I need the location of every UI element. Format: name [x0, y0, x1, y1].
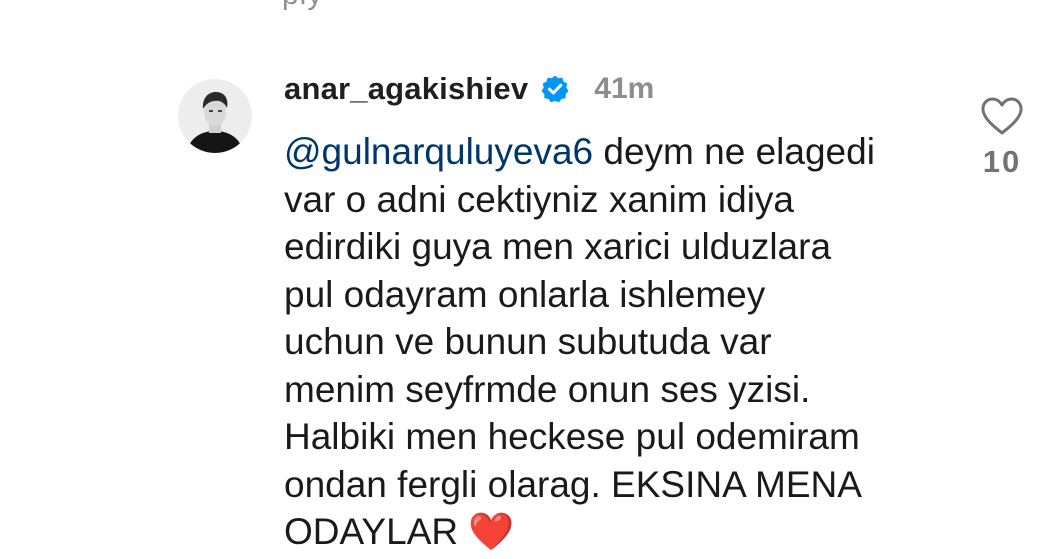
- comment-line-text: deym ne elagedi: [593, 131, 875, 172]
- comment-line: @gulnarquluyeva6 deym ne elagedi: [284, 128, 924, 176]
- comment-line-text: ODAYLAR: [284, 511, 469, 552]
- comment-line: var o adni cektiyniz xanim idiya: [284, 178, 794, 220]
- red-heart-emoji: ❤️: [468, 511, 515, 552]
- comment: anar_agakishiev 41m @gulnarquluyeva6 dey…: [0, 0, 1044, 559]
- like-area: 10: [972, 96, 1032, 180]
- comment-line: uchun ve bunun subutuda var: [284, 321, 772, 362]
- timestamp: 41m: [594, 72, 655, 105]
- comment-line: menim seyfrmde onun ses yzisi.: [284, 368, 811, 410]
- verified-badge-icon: [540, 74, 570, 104]
- comment-line: edirdiki guya men xarici ulduzlara: [284, 226, 832, 267]
- comment-line: ondan fergli olarag. EKSINA MENA: [284, 463, 862, 505]
- avatar[interactable]: [178, 79, 252, 153]
- comment-line: Halbiki men heckese pul odemiram: [284, 416, 860, 457]
- avatar-image: [178, 79, 252, 153]
- comment-text: @gulnarquluyeva6 deym ne elagedi var o a…: [284, 128, 924, 556]
- mention-link[interactable]: @gulnarquluyeva6: [284, 131, 593, 172]
- username-link[interactable]: anar_agakishiev: [284, 71, 528, 107]
- heart-outline-icon[interactable]: [972, 96, 1032, 136]
- comment-line: ODAYLAR ❤️: [284, 508, 924, 556]
- comment-line: pul odayram onlarla ishlemey: [284, 273, 766, 315]
- like-count[interactable]: 10: [972, 144, 1032, 180]
- comment-header: anar_agakishiev 41m: [284, 68, 654, 110]
